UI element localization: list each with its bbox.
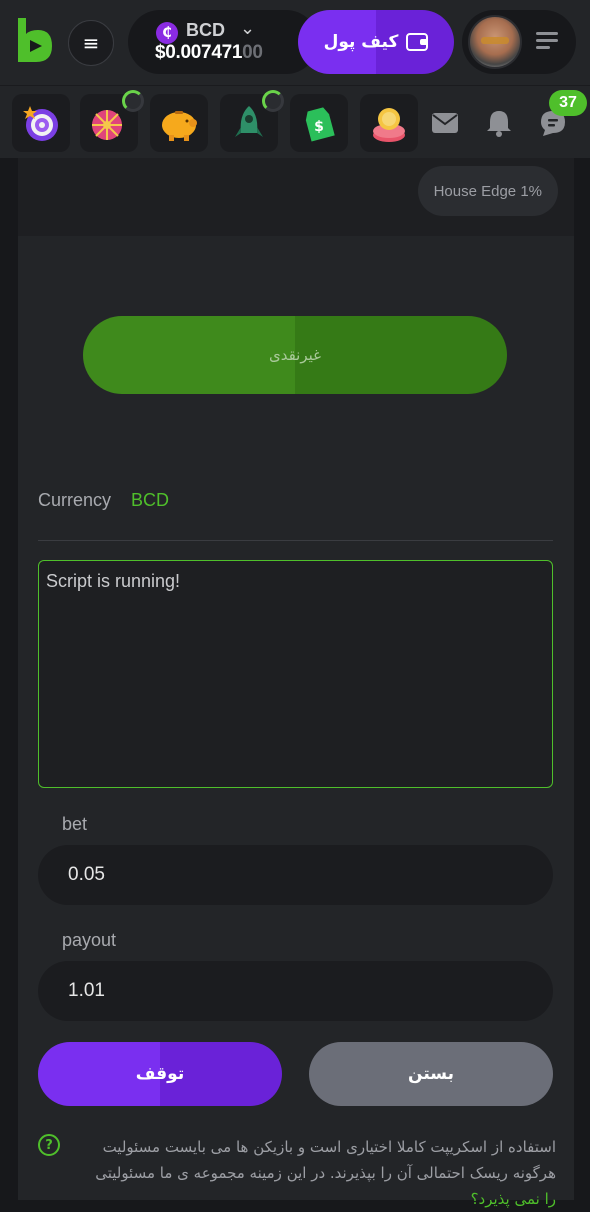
piggy-bank-tile[interactable] [150, 94, 208, 152]
autobet-script-panel: House Edge 1% غیرنقدی Currency BCD Script… [18, 158, 574, 1208]
coin-stack-icon [373, 108, 405, 142]
currency-row: Currency BCD [38, 490, 169, 511]
currency-label: Currency [38, 490, 112, 510]
house-edge-badge: House Edge 1% [417, 166, 558, 216]
bet-input[interactable]: 0.05 [38, 845, 553, 905]
notification-count-badge: 37 [549, 90, 587, 116]
disclaimer-line-3: را نمی پذیرد؟ [470, 1190, 556, 1208]
stop-button[interactable]: توقف [38, 1042, 282, 1106]
divider [38, 540, 553, 541]
close-button-label: بستن [408, 1064, 454, 1084]
payout-input[interactable]: 1.01 [38, 961, 553, 1021]
balance-amount: $0.00747100 [155, 42, 263, 63]
script-output-text: Script is running! [46, 571, 181, 591]
wheel-icon [92, 110, 122, 140]
close-button[interactable]: بستن [309, 1042, 553, 1106]
bc-logo-icon[interactable] [14, 16, 54, 64]
payout-label: payout [62, 930, 117, 950]
bet-label: bet [62, 814, 88, 834]
hamburger-icon: ≡ [82, 31, 100, 55]
user-menu[interactable] [462, 10, 576, 74]
target-icon [23, 106, 58, 141]
list-icon[interactable] [536, 32, 558, 52]
price-tag-icon: $ [305, 107, 335, 142]
chevron-down-icon: ⌄ [240, 18, 256, 39]
wheel-tile[interactable] [80, 90, 144, 152]
payout-input-value: 1.01 [68, 980, 105, 1001]
balance-selector[interactable]: ₵ BCD ⌄ $0.00747100 [128, 10, 318, 74]
bcd-coin-icon: ₵ [156, 22, 178, 44]
script-output-area[interactable]: Script is running! [38, 560, 553, 788]
panel-header-strip: House Edge 1% [18, 158, 574, 236]
avatar[interactable] [468, 15, 522, 69]
price-tag-tile[interactable]: $ [290, 94, 348, 152]
menu-button[interactable]: ≡ [68, 20, 114, 66]
currency-name: BCD [186, 20, 225, 40]
non-cash-button-label: غیرنقدی [268, 346, 322, 364]
coin-stack-tile[interactable] [360, 94, 418, 152]
wallet-button-label: کیف پول [323, 32, 399, 52]
bell-icon[interactable] [484, 108, 514, 138]
currency-value: BCD [131, 490, 170, 510]
top-bar: ≡ ₵ BCD ⌄ $0.00747100 کیف پول [0, 0, 590, 86]
non-cash-button[interactable]: غیرنقدی [83, 316, 507, 394]
bet-input-value: 0.05 [68, 864, 105, 885]
target-tile[interactable] [12, 94, 70, 152]
disclaimer-text: استفاده از اسکریپت کاملا اختیاری است و ب… [66, 1134, 556, 1212]
disclaimer-line-2: هرگونه ریسک احتمالی آن را بپذیرند. در ای… [95, 1164, 556, 1182]
stop-button-label: توقف [135, 1064, 185, 1084]
feature-icon-bar: $ [0, 86, 590, 158]
help-icon[interactable]: ? [38, 1134, 60, 1156]
svg-text:$: $ [314, 119, 324, 135]
rocket-icon [235, 106, 263, 137]
rocket-tile[interactable] [220, 90, 284, 152]
mail-icon[interactable] [430, 108, 460, 138]
wallet-button[interactable]: کیف پول [298, 10, 454, 74]
piggy-bank-icon [162, 111, 197, 141]
wallet-icon [406, 33, 429, 51]
disclaimer-line-1: استفاده از اسکریپت کاملا اختیاری است و ب… [102, 1138, 556, 1156]
